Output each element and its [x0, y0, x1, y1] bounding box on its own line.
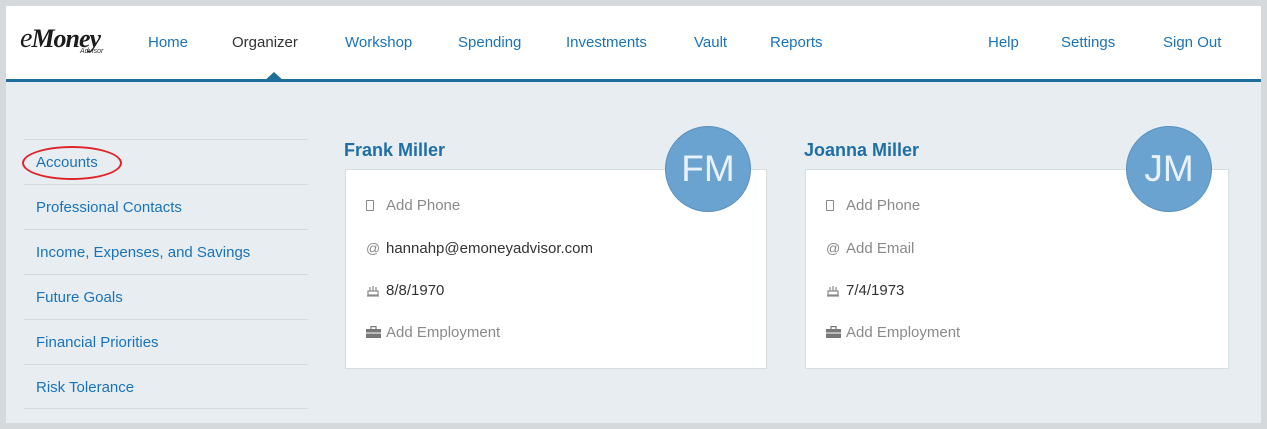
add-employment-row[interactable]: Add Employment	[366, 323, 500, 343]
sidebar-item-financial-priorities[interactable]: Financial Priorities	[24, 319, 308, 364]
top-navigation-bar: eMoney Advisor Home Organizer Workshop S…	[6, 6, 1261, 82]
add-phone-row[interactable]: Add Phone	[366, 196, 460, 216]
add-phone-row[interactable]: Add Phone	[826, 196, 920, 216]
birthdate-row[interactable]: 8/8/1970	[366, 281, 444, 301]
sidebar-item-risk-tolerance[interactable]: Risk Tolerance	[24, 364, 308, 409]
person-name[interactable]: Joanna Miller	[804, 140, 919, 161]
sidebar-item-label[interactable]: Accounts	[36, 154, 98, 171]
briefcase-icon	[826, 324, 846, 344]
add-employment-row[interactable]: Add Employment	[826, 323, 960, 343]
birthday-cake-icon	[366, 283, 386, 303]
person-name[interactable]: Frank Miller	[344, 140, 445, 161]
birthdate-row[interactable]: 7/4/1973	[826, 281, 904, 301]
nav-organizer[interactable]: Organizer	[232, 34, 298, 51]
birthday-cake-icon	[826, 283, 846, 303]
sidebar-item-label[interactable]: Financial Priorities	[36, 334, 159, 351]
sidebar-item-future-goals[interactable]: Future Goals	[24, 274, 308, 319]
nav-workshop[interactable]: Workshop	[345, 34, 412, 51]
nav-investments[interactable]: Investments	[566, 34, 647, 51]
email-row[interactable]: @ hannahp@emoneyadvisor.com	[366, 238, 593, 258]
organizer-sidebar: Accounts Professional Contacts Income, E…	[22, 139, 308, 409]
at-sign-icon: @	[826, 240, 841, 256]
sidebar-item-label[interactable]: Professional Contacts	[36, 199, 182, 216]
sidebar-item-label[interactable]: Risk Tolerance	[36, 379, 134, 396]
avatar[interactable]: JM	[1126, 126, 1212, 212]
nav-home[interactable]: Home	[148, 34, 188, 51]
briefcase-icon	[366, 324, 386, 344]
emoney-logo[interactable]: eMoney Advisor	[20, 24, 128, 60]
sidebar-item-accounts[interactable]: Accounts	[22, 139, 308, 184]
nav-help[interactable]: Help	[988, 34, 1019, 51]
active-tab-indicator	[263, 72, 285, 82]
nav-vault[interactable]: Vault	[694, 34, 727, 51]
nav-settings[interactable]: Settings	[1061, 34, 1115, 51]
sidebar-item-income-expenses-savings[interactable]: Income, Expenses, and Savings	[24, 229, 308, 274]
app-window: eMoney Advisor Home Organizer Workshop S…	[6, 6, 1261, 423]
nav-reports[interactable]: Reports	[770, 34, 823, 51]
at-sign-icon: @	[366, 240, 381, 256]
avatar[interactable]: FM	[665, 126, 751, 212]
sidebar-item-label[interactable]: Future Goals	[36, 289, 123, 306]
add-email-row[interactable]: @ Add Email	[826, 238, 914, 258]
nav-spending[interactable]: Spending	[458, 34, 521, 51]
nav-sign-out[interactable]: Sign Out	[1163, 34, 1221, 51]
sidebar-item-professional-contacts[interactable]: Professional Contacts	[24, 184, 308, 229]
sidebar-item-label[interactable]: Income, Expenses, and Savings	[36, 244, 250, 261]
phone-icon	[366, 200, 374, 211]
phone-icon	[826, 200, 834, 211]
